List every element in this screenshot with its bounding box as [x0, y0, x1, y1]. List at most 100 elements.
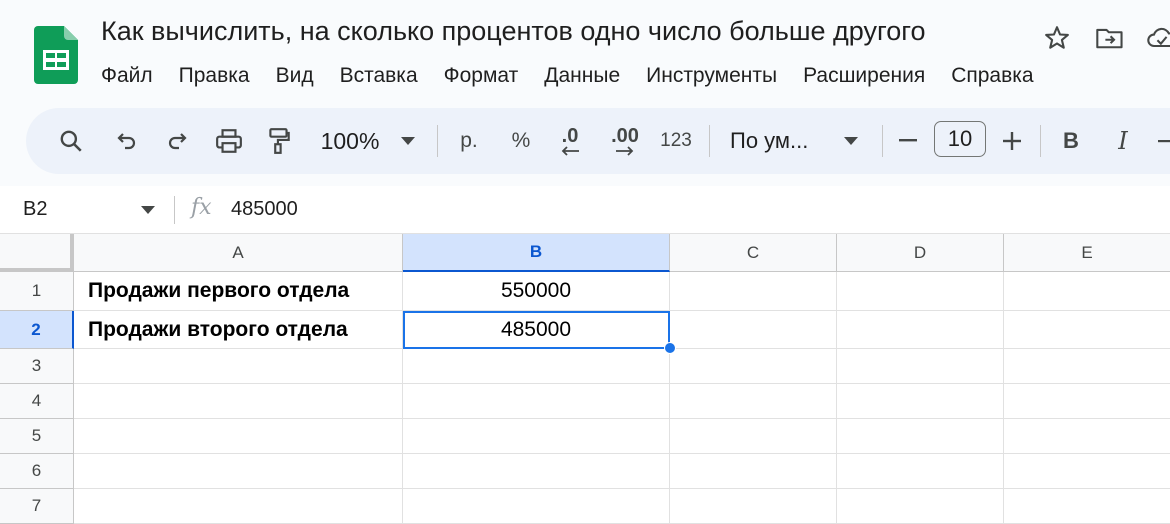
decrease-decimals-button[interactable]: .0 [553, 108, 587, 174]
more-formats-button[interactable]: 123 [658, 108, 694, 174]
cell-d2[interactable] [837, 311, 1004, 349]
cell-e2[interactable] [1004, 311, 1170, 349]
increase-decimals-button[interactable]: .00 [602, 108, 648, 174]
font-family-select[interactable]: По ум... [730, 108, 830, 174]
zoom-dropdown-arrow-icon[interactable] [398, 108, 418, 174]
menu-help[interactable]: Справка [938, 62, 1046, 90]
cell-c7[interactable] [670, 489, 837, 524]
row-header-4[interactable]: 4 [0, 384, 74, 419]
cell-d5[interactable] [837, 419, 1004, 454]
cell-c2[interactable] [670, 311, 837, 349]
redo-icon[interactable] [160, 108, 194, 174]
minus-icon[interactable] [896, 108, 920, 174]
menu-file[interactable]: Файл [101, 62, 166, 90]
paint-format-icon[interactable] [262, 108, 296, 174]
row-header-7[interactable]: 7 [0, 489, 74, 524]
menu-bar: Файл Правка Вид Вставка Формат Данные Ин… [101, 62, 1047, 90]
move-to-folder-icon[interactable] [1094, 22, 1126, 54]
spreadsheet-grid: A B C D E 1 2 3 4 5 6 7 Продажи первого … [0, 234, 1170, 524]
menu-format[interactable]: Формат [431, 62, 532, 90]
title-bar: Как вычислить, на сколько процентов одно… [0, 0, 1170, 108]
cell-b5[interactable] [403, 419, 670, 454]
print-icon[interactable] [212, 108, 246, 174]
strikethrough-icon[interactable] [1156, 108, 1170, 174]
cell-b2[interactable]: 485000 [403, 311, 670, 349]
cell-a7[interactable] [74, 489, 403, 524]
bold-button[interactable]: B [1056, 108, 1086, 174]
currency-format-button[interactable]: р. [454, 108, 484, 174]
cell-e1[interactable] [1004, 272, 1170, 311]
row-header-3[interactable]: 3 [0, 349, 74, 384]
cell-b4[interactable] [403, 384, 670, 419]
cell-e6[interactable] [1004, 454, 1170, 489]
cell-d3[interactable] [837, 349, 1004, 384]
menu-view[interactable]: Вид [263, 62, 327, 90]
name-box[interactable]: B2 [23, 198, 47, 221]
font-size-input[interactable]: 10 [934, 121, 986, 157]
font-dropdown-arrow-icon[interactable] [841, 108, 861, 174]
arrow-right-icon [616, 146, 634, 156]
cell-d7[interactable] [837, 489, 1004, 524]
cell-a5[interactable] [74, 419, 403, 454]
cell-b1[interactable]: 550000 [403, 272, 670, 311]
row-header-5[interactable]: 5 [0, 419, 74, 454]
cell-d4[interactable] [837, 384, 1004, 419]
row-header-1[interactable]: 1 [0, 272, 74, 311]
cell-a1[interactable]: Продажи первого отдела [74, 272, 403, 311]
document-title[interactable]: Как вычислить, на сколько процентов одно… [101, 16, 926, 47]
toolbar-divider [882, 125, 883, 157]
formula-bar-divider [174, 196, 175, 224]
cell-e3[interactable] [1004, 349, 1170, 384]
cell-d6[interactable] [837, 454, 1004, 489]
cell-c5[interactable] [670, 419, 837, 454]
fx-icon: fx [191, 195, 212, 220]
italic-button[interactable]: I [1108, 108, 1138, 174]
cell-c6[interactable] [670, 454, 837, 489]
sheets-logo-icon[interactable] [34, 26, 78, 84]
cell-d1[interactable] [837, 272, 1004, 311]
column-header-d[interactable]: D [837, 234, 1004, 272]
cell-e4[interactable] [1004, 384, 1170, 419]
cell-b7[interactable] [403, 489, 670, 524]
cell-a6[interactable] [74, 454, 403, 489]
decrease-decimals-label: .0 [561, 125, 579, 147]
search-icon[interactable] [54, 108, 88, 174]
cell-c3[interactable] [670, 349, 837, 384]
fill-handle[interactable] [664, 342, 676, 354]
row-header-2[interactable]: 2 [0, 311, 74, 349]
select-all-corner[interactable] [0, 234, 74, 272]
cell-e7[interactable] [1004, 489, 1170, 524]
cell-c1[interactable] [670, 272, 837, 311]
undo-icon[interactable] [110, 108, 144, 174]
cell-c4[interactable] [670, 384, 837, 419]
cell-a3[interactable] [74, 349, 403, 384]
formula-bar: B2 fx 485000 [0, 186, 1170, 234]
cell-a4[interactable] [74, 384, 403, 419]
toolbar-divider [1040, 125, 1041, 157]
cell-b3[interactable] [403, 349, 670, 384]
cell-e5[interactable] [1004, 419, 1170, 454]
menu-insert[interactable]: Вставка [327, 62, 431, 90]
arrow-left-icon [561, 146, 579, 156]
column-header-a[interactable]: A [74, 234, 403, 272]
zoom-select[interactable]: 100% [316, 108, 384, 174]
cell-a2[interactable]: Продажи второго отдела [74, 311, 403, 349]
toolbar-divider [437, 125, 438, 157]
menu-extensions[interactable]: Расширения [790, 62, 938, 90]
column-header-c[interactable]: C [670, 234, 837, 272]
column-header-e[interactable]: E [1004, 234, 1170, 272]
menu-tools[interactable]: Инструменты [633, 62, 790, 90]
plus-icon[interactable] [1000, 108, 1024, 174]
toolbar-divider [709, 125, 710, 157]
percent-format-button[interactable]: % [506, 108, 536, 174]
column-header-b[interactable]: B [403, 234, 670, 272]
cell-b6[interactable] [403, 454, 670, 489]
increase-decimals-label: .00 [611, 125, 639, 147]
name-box-dropdown-icon[interactable] [138, 198, 158, 222]
row-header-6[interactable]: 6 [0, 454, 74, 489]
formula-input[interactable]: 485000 [231, 198, 298, 221]
menu-edit[interactable]: Правка [166, 62, 263, 90]
star-icon[interactable] [1041, 22, 1073, 54]
cloud-status-icon[interactable] [1146, 22, 1170, 54]
menu-data[interactable]: Данные [531, 62, 633, 90]
